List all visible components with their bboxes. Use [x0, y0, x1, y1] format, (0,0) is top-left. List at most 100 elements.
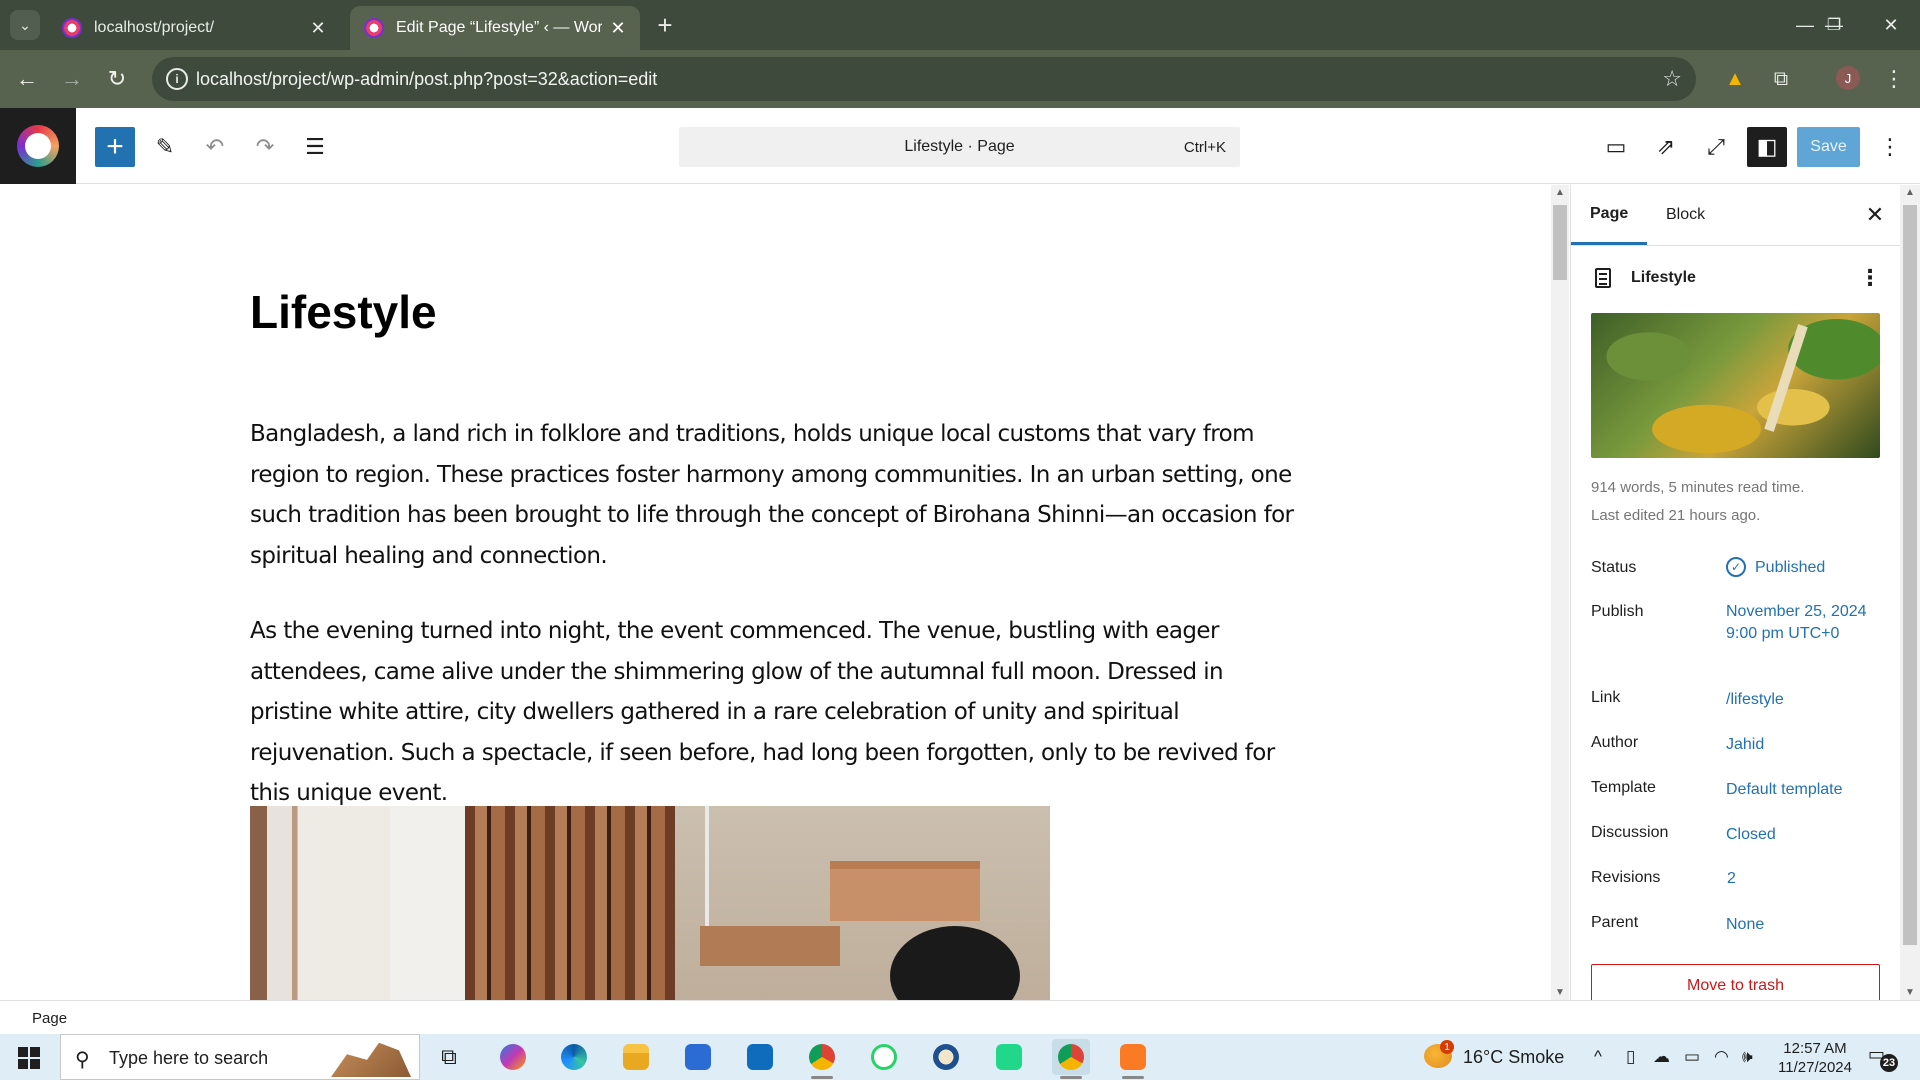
device-preview-icon[interactable]: ▭	[1596, 127, 1636, 167]
reload-icon[interactable]: ↻	[102, 64, 132, 94]
fullscreen-icon[interactable]: ⤢	[1696, 127, 1736, 167]
cloud-sync-icon[interactable]: ☁	[1653, 1047, 1670, 1067]
tab-search-button[interactable]: ⌄	[10, 10, 40, 40]
template-label: Template	[1591, 779, 1656, 796]
move-to-trash-button[interactable]: Move to trash	[1591, 964, 1880, 1000]
new-tab-button[interactable]: +	[650, 10, 680, 40]
publish-date-value[interactable]: November 25, 2024 9:00 pm UTC+0	[1726, 601, 1876, 645]
parent-value[interactable]: None	[1726, 914, 1764, 936]
task-view-icon[interactable]: ⧉	[430, 1039, 468, 1075]
image-block[interactable]	[250, 806, 1050, 1000]
published-check-icon: ✓	[1726, 557, 1746, 577]
wifi-icon[interactable]: ◠	[1714, 1047, 1729, 1067]
featured-image[interactable]	[1591, 313, 1880, 458]
page-title[interactable]: Lifestyle	[250, 285, 437, 339]
whatsapp-icon[interactable]	[865, 1039, 903, 1075]
block-inserter-button[interactable]: +	[95, 127, 135, 167]
microsoft-store-icon[interactable]	[679, 1039, 717, 1075]
breadcrumb[interactable]: Page	[32, 1010, 67, 1027]
taskbar-clock[interactable]: 12:57 AM 11/27/2024	[1770, 1039, 1860, 1077]
status-label: Status	[1591, 559, 1637, 576]
command-bar-title: Lifestyle · Page	[904, 138, 1015, 155]
document-overview-icon[interactable]: ☰	[295, 127, 335, 167]
bookmark-star-icon[interactable]: ☆	[1662, 66, 1682, 92]
settings-sidebar-toggle-icon[interactable]: ◧	[1747, 127, 1787, 167]
tools-pencil-icon[interactable]: ✎	[145, 127, 185, 167]
chrome-icon[interactable]	[803, 1039, 841, 1079]
chrome-profile-icon[interactable]	[1052, 1039, 1090, 1079]
save-button[interactable]: Save	[1797, 127, 1860, 167]
scroll-up-arrow-icon[interactable]: ▲	[1555, 187, 1565, 198]
tab-block[interactable]: Block	[1647, 185, 1724, 245]
google-drive-icon[interactable]: ▲	[1720, 64, 1750, 94]
site-favicon-icon	[364, 18, 384, 38]
copilot-icon[interactable]	[494, 1039, 532, 1075]
browser-tab-2-active[interactable]: Edit Page “Lifestyle” ‹ — WordP ✕	[350, 6, 640, 50]
options-more-icon[interactable]: ⋮	[1870, 127, 1910, 167]
last-edited-text: Last edited 21 hours ago.	[1591, 507, 1761, 524]
tab-title: Edit Page “Lifestyle” ‹ — WordP	[396, 19, 602, 36]
command-palette-bar[interactable]: Lifestyle · Page Ctrl+K	[679, 127, 1240, 167]
weather-alert-badge: 1	[1440, 1040, 1454, 1054]
file-explorer-icon[interactable]	[617, 1039, 655, 1075]
scroll-up-arrow-icon[interactable]: ▲	[1905, 187, 1915, 198]
device-icon[interactable]: ▯	[1626, 1047, 1635, 1067]
paragraph-block[interactable]: As the evening turned into night, the ev…	[250, 611, 1305, 814]
document-actions-icon[interactable]: ⋮	[1859, 265, 1881, 291]
editor-canvas[interactable]: Lifestyle Bangladesh, a land rich in fol…	[0, 185, 1551, 1000]
address-bar[interactable]: i localhost/project/wp-admin/post.php?po…	[152, 57, 1696, 101]
extensions-puzzle-icon[interactable]: ⧉	[1766, 64, 1796, 94]
sidebar-scrollbar[interactable]: ▲ ▼	[1900, 185, 1920, 1000]
restore-window-button[interactable]: ❐	[1805, 0, 1863, 50]
close-icon[interactable]: ✕	[1863, 202, 1887, 227]
weather-text[interactable]: 16°C Smoke	[1463, 1047, 1564, 1068]
outlook-icon[interactable]	[741, 1039, 779, 1075]
redo-icon[interactable]: ↷	[245, 127, 285, 167]
undo-icon[interactable]: ↶	[195, 127, 235, 167]
paragraph-block[interactable]: Bangladesh, a land rich in folklore and …	[250, 414, 1305, 576]
browser-toolbar: ← → ↻ i localhost/project/wp-admin/post.…	[0, 50, 1920, 108]
xampp-icon[interactable]	[1114, 1039, 1152, 1079]
browser-tab-strip: ⌄ localhost/project/ ✕ Edit Page “Lifest…	[0, 0, 1920, 50]
chevron-down-icon: ⌄	[19, 16, 31, 33]
link-value[interactable]: /lifestyle	[1726, 689, 1784, 711]
publish-label: Publish	[1591, 603, 1644, 620]
pycharm-icon[interactable]	[990, 1039, 1028, 1075]
scroll-down-arrow-icon[interactable]: ▼	[1555, 987, 1565, 998]
scroll-down-arrow-icon[interactable]: ▼	[1905, 987, 1915, 998]
site-info-icon[interactable]: i	[166, 68, 188, 90]
scrollbar-thumb[interactable]	[1903, 205, 1917, 945]
taskbar-search-box[interactable]: ⚲ Type here to search	[60, 1034, 420, 1080]
volume-icon[interactable]: 🕪	[1742, 1047, 1753, 1067]
notification-center-icon[interactable]: ▭ 23	[1868, 1044, 1898, 1072]
status-value[interactable]: Published	[1755, 557, 1825, 579]
close-window-button[interactable]: ✕	[1862, 0, 1920, 50]
url-text[interactable]: localhost/project/wp-admin/post.php?post…	[196, 69, 657, 90]
search-icon: ⚲	[75, 1049, 90, 1071]
close-tab-icon[interactable]: ✕	[308, 18, 328, 39]
profile-avatar[interactable]: J	[1836, 66, 1860, 90]
scrollbar-thumb[interactable]	[1553, 205, 1567, 280]
revisions-label: Revisions	[1591, 869, 1661, 886]
canvas-scrollbar[interactable]: ▲ ▼	[1551, 185, 1569, 1000]
template-value[interactable]: Default template	[1726, 779, 1843, 801]
app-icon[interactable]	[927, 1039, 965, 1075]
chevron-up-icon[interactable]: ^	[1594, 1047, 1602, 1067]
clock-date: 11/27/2024	[1778, 1059, 1852, 1076]
revisions-value[interactable]: 2	[1727, 868, 1736, 890]
forward-arrow-icon[interactable]: →	[57, 64, 87, 94]
view-page-external-icon[interactable]: ⇗	[1646, 127, 1686, 167]
battery-icon[interactable]: ▭	[1684, 1047, 1700, 1067]
browser-menu-icon[interactable]: ⋮	[1879, 64, 1909, 94]
author-value[interactable]: Jahid	[1726, 734, 1764, 756]
close-tab-icon[interactable]: ✕	[608, 18, 628, 39]
browser-tab-1[interactable]: localhost/project/ ✕	[48, 6, 340, 50]
windows-start-icon[interactable]	[18, 1047, 40, 1069]
discussion-value[interactable]: Closed	[1726, 824, 1776, 846]
site-logo-button[interactable]	[0, 108, 76, 184]
tab-page[interactable]: Page	[1571, 185, 1648, 245]
back-arrow-icon[interactable]: ←	[12, 64, 42, 94]
edge-browser-icon[interactable]	[555, 1039, 593, 1075]
document-title: Lifestyle	[1631, 269, 1696, 286]
clock-time: 12:57 AM	[1783, 1040, 1847, 1057]
